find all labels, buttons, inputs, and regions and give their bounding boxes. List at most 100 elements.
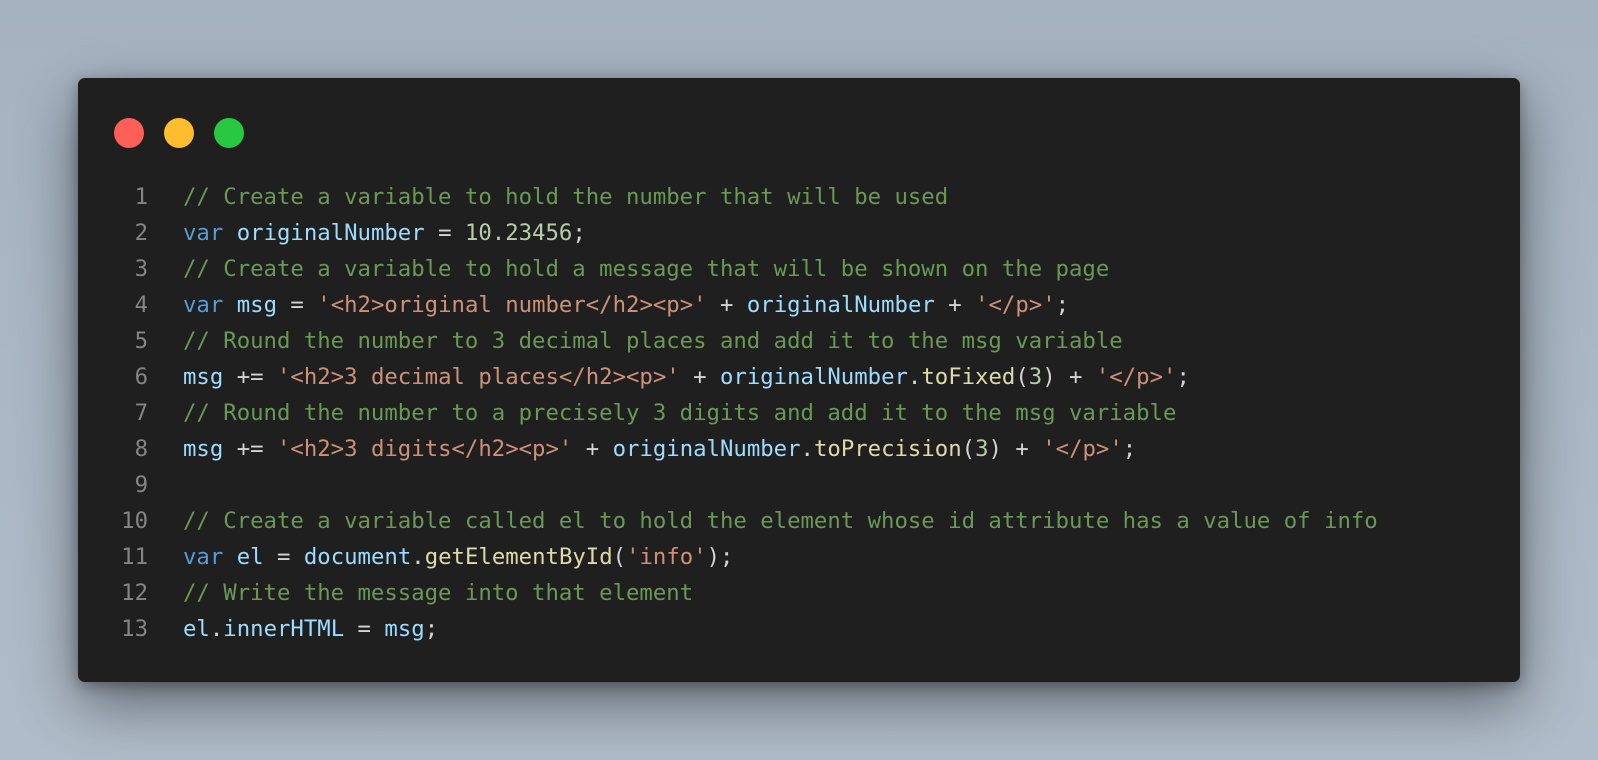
code-token-op: += [223,436,277,462]
code-token-op: += [223,364,277,390]
code-line: 1 // Create a variable to hold the number… [78,179,1520,215]
line-number: 5 [134,328,148,354]
code-token-comment: // Round the number to 3 decimal places … [183,328,1123,354]
code-token-op: . [209,616,224,642]
code-token-op: . [907,364,922,390]
line-source: msg += '<h2>3 decimal places</h2><p>' + … [183,359,1190,395]
code-token-str: '</p>' [975,292,1056,318]
line-source: // Round the number to a precisely 3 dig… [183,395,1176,431]
code-token-op [223,220,236,246]
code-token-comment: // Create a variable called el to hold t… [183,508,1378,534]
code-token-var: msg [384,616,425,642]
code-token-op: . [411,544,425,570]
code-token-op: ; [572,220,586,246]
code-token-num: 3 [1028,364,1043,390]
code-token-op [223,544,236,570]
code-token-op: + [679,364,720,390]
code-token-var: el [183,616,210,642]
line-source: var msg = '<h2>original number</h2><p>' … [183,287,1069,323]
line-number: 11 [121,544,148,570]
line-source: msg += '<h2>3 digits</h2><p>' + original… [183,431,1136,467]
code-token-var: msg [236,292,277,318]
code-token-var: originalNumber [612,436,801,462]
code-token-str: 'info' [626,544,707,570]
code-line: 11 var el = document.getElementById('info… [78,539,1520,575]
line-source: var el = document.getElementById('info')… [183,539,733,575]
line-number: 9 [134,472,148,498]
code-token-var: el [236,544,264,570]
code-line: 9 [78,467,1520,503]
code-token-op: ( [1015,364,1029,390]
code-line: 4 var msg = '<h2>original number</h2><p>'… [78,287,1520,323]
window-controls [114,118,244,148]
code-token-op: = [277,292,318,318]
line-source: // Write the message into that element [183,575,693,611]
code-token-op: ; [424,616,439,642]
code-token-kw: var [183,292,224,318]
code-token-str: '<h2>3 decimal places</h2><p>' [276,364,680,390]
code-token-op: ; [1176,364,1190,390]
code-token-op: ); [706,544,734,570]
code-token-str: '<h2>original number</h2><p>' [317,292,707,318]
line-source: var originalNumber = 10.23456; [183,215,586,251]
code-token-var: originalNumber [719,364,908,390]
code-token-op [223,292,236,318]
code-window: 1 // Create a variable to hold the number… [78,78,1520,682]
line-number: 1 [134,184,148,210]
code-line: 2 var originalNumber = 10.23456; [78,215,1520,251]
code-line: 13 el.innerHTML = msg; [78,611,1520,647]
line-source: el.innerHTML = msg; [183,611,438,647]
code-token-str: '<h2>3 digits</h2><p>' [276,436,573,462]
code-token-num: 10.23456 [464,220,573,246]
code-token-str: '</p>' [1042,436,1123,462]
line-source: // Round the number to 3 decimal places … [183,323,1123,359]
code-token-var: originalNumber [746,292,935,318]
line-number: 2 [134,220,148,246]
code-token-kw: var [183,544,224,570]
code-token-op: + [934,292,976,318]
line-source: // Create a variable to hold the number … [183,179,948,215]
code-line: 10 // Create a variable called el to hold… [78,503,1520,539]
code-block: 1 // Create a variable to hold the number… [78,179,1520,647]
code-token-op: = [424,220,465,246]
zoom-button[interactable] [214,118,244,148]
code-token-comment: // Create a variable to hold a message t… [183,256,1110,282]
code-token-comment: // Round the number to a precisely 3 dig… [183,400,1177,426]
code-token-op: + [572,436,613,462]
close-button[interactable] [114,118,144,148]
code-token-op: = [263,544,304,570]
code-token-op: ( [961,436,976,462]
code-line: 3 // Create a variable to hold a message … [78,251,1520,287]
code-token-comment: // Write the message into that element [183,580,694,606]
line-source: // Create a variable called el to hold t… [183,503,1378,539]
code-token-fn: getElementById [424,544,613,570]
code-token-var: msg [183,436,224,462]
code-token-comment: // Create a variable to hold the number … [183,184,949,210]
code-token-var: msg [183,364,224,390]
code-line: 6 msg += '<h2>3 decimal places</h2><p>' +… [78,359,1520,395]
code-token-var: document [303,544,412,570]
code-token-kw: var [183,220,224,246]
line-number: 8 [134,436,148,462]
code-token-op: ) + [988,436,1043,462]
code-token-num: 3 [975,436,989,462]
code-token-op: ( [612,544,627,570]
line-number: 10 [121,508,148,534]
code-token-str: '</p>' [1095,364,1177,390]
line-number: 12 [121,580,148,606]
line-number: 4 [134,292,148,318]
line-number: 3 [134,256,148,282]
line-source: // Create a variable to hold a message t… [183,251,1109,287]
code-token-op: ; [1122,436,1137,462]
line-number: 7 [134,400,148,426]
code-token-fn: toPrecision [813,436,962,462]
code-token-op: ; [1055,292,1070,318]
line-number: 6 [134,364,148,390]
code-token-fn: toFixed [921,364,1016,390]
code-token-op: + [706,292,747,318]
code-token-op: = [344,616,385,642]
code-token-var: innerHTML [223,616,345,642]
code-token-var: originalNumber [236,220,425,246]
code-line: 12 // Write the message into that element [78,575,1520,611]
minimize-button[interactable] [164,118,194,148]
